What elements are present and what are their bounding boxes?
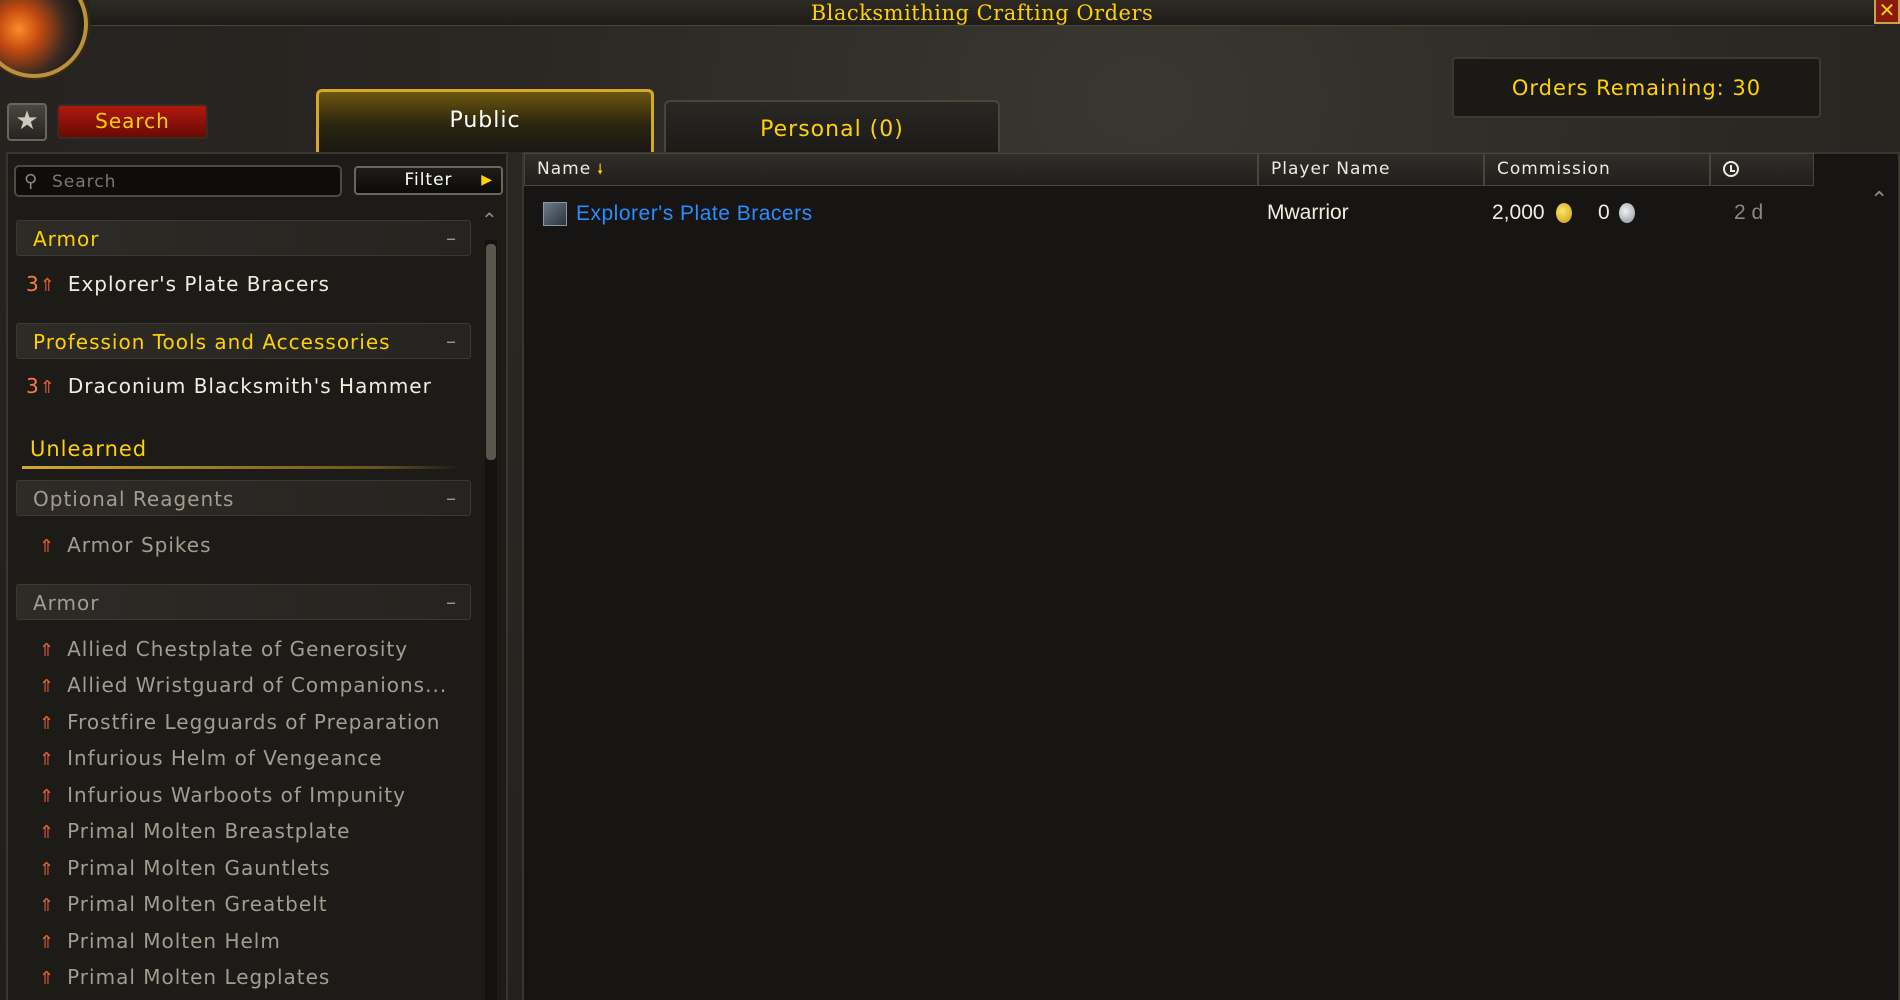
- recipe-item[interactable]: 3⇑ Explorer's Plate Bracers: [26, 272, 330, 302]
- sort-down-arrow-icon: 🠗: [597, 162, 605, 178]
- skill-rank-chevron-icon: ⇑: [39, 536, 56, 557]
- skill-rank-chevron-icon: ⇑: [39, 713, 56, 734]
- category-label: Armor: [33, 227, 100, 251]
- collapse-icon[interactable]: –: [446, 486, 456, 510]
- skill-rank-chevron-icon: ⇑: [39, 822, 56, 843]
- skill-rank-chevron-icon: ⇑: [39, 640, 56, 661]
- skill-rank-chevron-icon: ⇑: [39, 749, 56, 770]
- category-label: Optional Reagents: [33, 487, 235, 511]
- skill-rank-chevron-icon: ⇑: [39, 895, 56, 916]
- order-player-name: Mwarrior: [1267, 201, 1349, 224]
- search-icon: ⚲: [24, 171, 38, 192]
- recipe-item[interactable]: ⇑ Allied Chestplate of Generosity: [26, 637, 408, 667]
- column-label: Player Name: [1271, 159, 1391, 179]
- unlearned-divider: [22, 466, 462, 469]
- order-item-name[interactable]: Explorer's Plate Bracers: [576, 202, 813, 226]
- column-header-player-name[interactable]: Player Name: [1258, 153, 1484, 186]
- recipe-name: Infurious Helm of Vengeance: [67, 746, 383, 770]
- tab-personal[interactable]: Personal (0): [664, 100, 1000, 152]
- collapse-icon[interactable]: –: [446, 329, 456, 353]
- recipe-name: Frostfire Legguards of Preparation: [67, 710, 441, 734]
- recipe-name: Allied Chestplate of Generosity: [67, 637, 409, 661]
- skill-rank-chevron-icon: ⇑: [39, 932, 56, 953]
- recipe-name: Primal Molten Gauntlets: [67, 856, 331, 880]
- recipe-item[interactable]: ⇑ Frostfire Legguards of Preparation: [26, 710, 440, 740]
- recipe-item[interactable]: ⇑ Primal Molten Breastplate: [26, 819, 350, 849]
- skill-rank-chevron-icon: ⇑: [39, 968, 56, 989]
- category-header-armor[interactable]: Armor –: [16, 220, 471, 256]
- recipe-name: Primal Molten Breastplate: [67, 819, 351, 843]
- commission-silver: 0: [1598, 201, 1610, 224]
- recipe-item[interactable]: ⇑ Primal Molten Gauntlets: [26, 856, 331, 886]
- column-label: Commission: [1497, 159, 1611, 179]
- collapse-icon[interactable]: –: [446, 226, 456, 250]
- recipe-name: Primal Molten Greatbelt: [67, 892, 328, 916]
- recipe-name: Allied Wristguard of Companions...: [67, 673, 448, 697]
- collapse-icon[interactable]: –: [446, 590, 456, 614]
- category-header-profession-tools[interactable]: Profession Tools and Accessories –: [16, 323, 471, 359]
- recipe-name: Primal Molten Helm: [67, 929, 281, 953]
- recipe-item[interactable]: ⇑ Infurious Helm of Vengeance: [26, 746, 383, 776]
- category-label: Profession Tools and Accessories: [33, 330, 391, 354]
- category-header-optional-reagents[interactable]: Optional Reagents –: [16, 480, 471, 516]
- silver-coin-icon: [1619, 203, 1635, 223]
- favorites-star-button[interactable]: ★: [7, 103, 47, 141]
- filter-button[interactable]: Filter ▶: [354, 166, 503, 195]
- recipe-item[interactable]: ⇑ Primal Molten Helm: [26, 929, 281, 959]
- caret-right-icon: ▶: [481, 172, 493, 188]
- column-header-commission[interactable]: Commission: [1484, 153, 1710, 186]
- column-label: Name: [537, 159, 592, 179]
- column-header-name[interactable]: Name 🠗: [524, 153, 1258, 186]
- tab-public[interactable]: Public: [316, 89, 654, 152]
- recipe-item[interactable]: ⇑ Primal Molten Greatbelt: [26, 892, 328, 922]
- clock-icon: [1723, 161, 1739, 177]
- recipe-name: Infurious Warboots of Impunity: [67, 783, 406, 807]
- recipe-item[interactable]: ⇑ Armor Spikes: [26, 533, 212, 563]
- skill-rank-chevron-icon: ⇑: [39, 377, 56, 398]
- recipe-item[interactable]: ⇑ Infurious Warboots of Impunity: [26, 783, 406, 813]
- commission-gold: 2,000: [1492, 201, 1545, 224]
- orders-remaining-box: Orders Remaining: 30: [1452, 57, 1821, 118]
- rank-number: 3: [26, 272, 40, 296]
- category-label: Armor: [33, 591, 100, 615]
- filter-label: Filter: [404, 170, 453, 190]
- star-icon: ★: [15, 106, 39, 136]
- bracers-item-icon: [543, 202, 567, 226]
- scroll-up-arrow-icon[interactable]: ⌃: [481, 208, 498, 232]
- title-bar: Blacksmithing Crafting Orders: [90, 0, 1874, 26]
- scroll-up-arrow-icon[interactable]: ⌃: [1870, 188, 1888, 213]
- recipe-search-box[interactable]: ⚲: [14, 165, 342, 197]
- category-header-armor-unlearned[interactable]: Armor –: [16, 584, 471, 620]
- recipe-name: Explorer's Plate Bracers: [67, 272, 330, 296]
- recipe-name: Primal Molten Legplates: [67, 965, 331, 989]
- recipe-name: Armor Spikes: [67, 533, 212, 557]
- recipe-item[interactable]: ⇑ Allied Wristguard of Companions...: [26, 673, 447, 703]
- recipe-name: Draconium Blacksmith's Hammer: [67, 374, 432, 398]
- recipe-item[interactable]: ⇑ Primal Molten Legplates: [26, 965, 330, 995]
- order-time-left: 2 d: [1734, 201, 1764, 224]
- recipe-list-scroll-thumb[interactable]: [486, 244, 496, 460]
- rank-number: 3: [26, 374, 40, 398]
- unlearned-heading: Unlearned: [30, 437, 148, 461]
- recipe-search-input[interactable]: [52, 171, 332, 193]
- window-title: Blacksmithing Crafting Orders: [810, 1, 1154, 25]
- gold-coin-icon: [1556, 203, 1572, 223]
- orders-table: [522, 152, 1900, 1000]
- column-header-time[interactable]: [1710, 153, 1814, 186]
- search-button[interactable]: Search: [57, 104, 208, 139]
- skill-rank-chevron-icon: ⇑: [39, 859, 56, 880]
- close-button[interactable]: ✕: [1874, 0, 1900, 24]
- recipe-item[interactable]: 3⇑ Draconium Blacksmith's Hammer: [26, 374, 432, 404]
- orders-remaining-text: Orders Remaining: 30: [1511, 75, 1762, 100]
- skill-rank-chevron-icon: ⇑: [39, 786, 56, 807]
- skill-rank-chevron-icon: ⇑: [39, 676, 56, 697]
- skill-rank-chevron-icon: ⇑: [39, 275, 56, 296]
